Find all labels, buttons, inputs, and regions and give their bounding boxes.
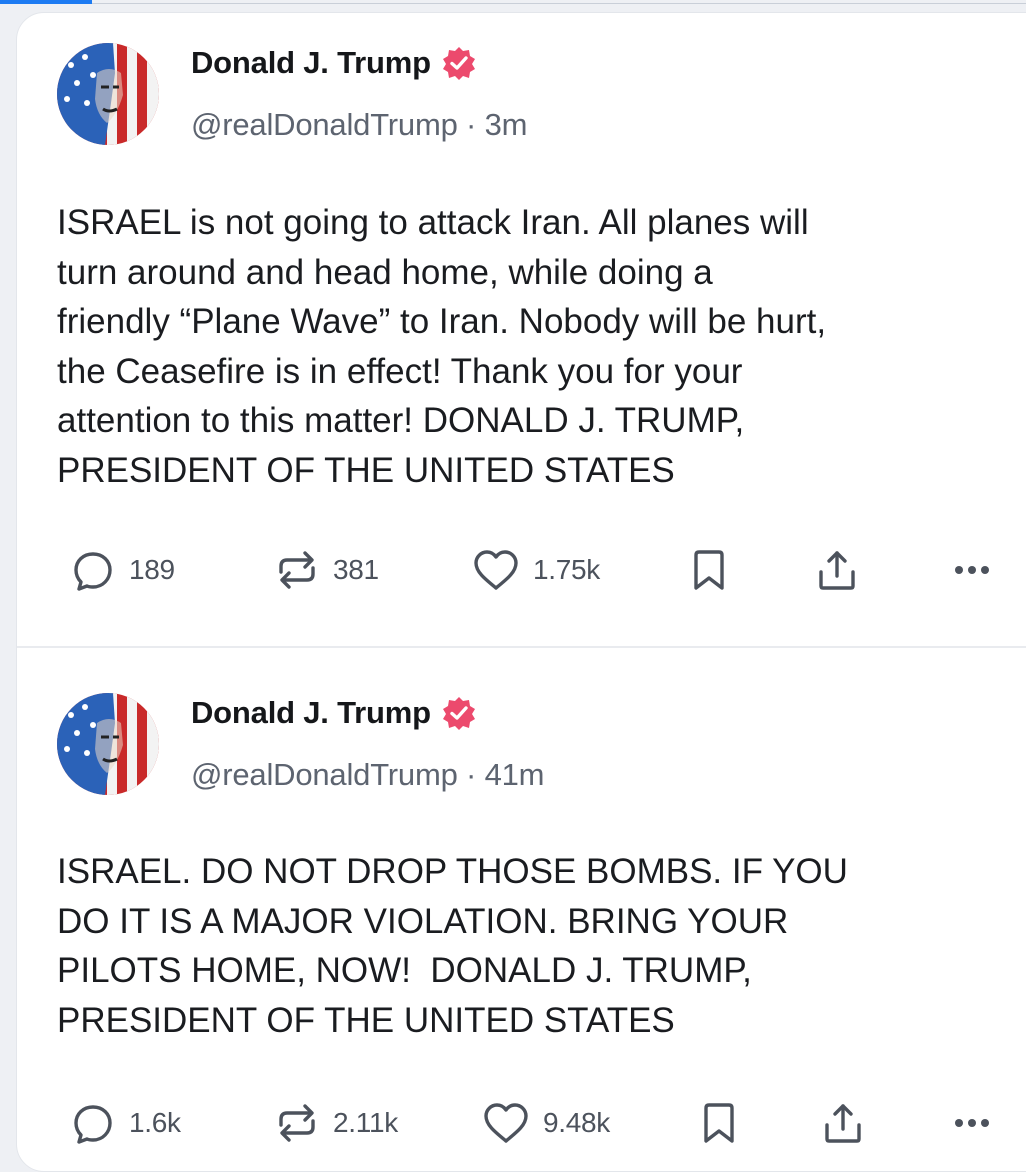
reply-bubble-icon <box>74 1105 112 1144</box>
more-dots-icon <box>952 566 991 574</box>
heart-icon <box>484 1103 528 1143</box>
top-border-line <box>92 3 1026 4</box>
bookmark-button[interactable] <box>689 548 729 592</box>
like-button[interactable]: 1.75k <box>471 548 600 592</box>
repost-arrows-icon <box>279 1104 315 1142</box>
verified-badge-icon <box>442 47 475 80</box>
author-name[interactable]: Donald J. Trump <box>191 45 431 81</box>
post-divider <box>17 646 1026 648</box>
post-text: ISRAEL is not going to attack Iran. All … <box>57 203 827 490</box>
avatar-image <box>57 43 159 145</box>
action-bar: 189 381 1.75k <box>71 548 991 592</box>
post-time[interactable]: 41m <box>485 757 545 792</box>
handle-row: @realDonaldTrump · 3m <box>191 107 527 143</box>
post-2[interactable]: Donald J. Trump @realDonaldTrump · 41m I… <box>17 649 1026 1169</box>
reply-button[interactable]: 189 <box>71 548 175 592</box>
handle-row: @realDonaldTrump · 41m <box>191 757 545 793</box>
meta-separator: · <box>466 757 485 792</box>
more-options-button[interactable] <box>952 1101 991 1145</box>
post-text: ISRAEL. DO NOT DROP THOSE BOMBS. IF YOU … <box>57 852 848 1040</box>
author-handle[interactable]: @realDonaldTrump <box>191 107 458 142</box>
bookmark-icon <box>704 1103 734 1143</box>
share-button[interactable] <box>815 548 859 592</box>
avatar[interactable] <box>57 43 159 145</box>
reply-count: 189 <box>129 554 175 585</box>
bookmark-icon <box>694 550 724 590</box>
like-button[interactable]: 9.48k <box>481 1101 610 1145</box>
reply-button[interactable]: 1.6k <box>71 1101 181 1145</box>
avatar-image <box>57 693 159 795</box>
meta-separator: · <box>466 107 485 142</box>
author-row: Donald J. Trump <box>191 695 477 731</box>
post-time[interactable]: 3m <box>485 107 528 142</box>
heart-icon <box>474 550 518 590</box>
top-accent-bar <box>0 0 92 4</box>
author-row: Donald J. Trump <box>191 45 477 81</box>
share-upload-icon <box>819 551 855 590</box>
author-name[interactable]: Donald J. Trump <box>191 695 431 731</box>
more-options-button[interactable] <box>952 548 991 592</box>
like-count: 1.75k <box>533 554 600 585</box>
feed-card: Donald J. Trump @realDonaldTrump · 3m IS… <box>16 12 1026 1172</box>
share-upload-icon <box>825 1104 861 1143</box>
repost-button[interactable]: 2.11k <box>273 1101 398 1145</box>
author-handle[interactable]: @realDonaldTrump <box>191 757 458 792</box>
repost-arrows-icon <box>279 551 315 589</box>
action-bar: 1.6k 2.11k 9.48k <box>71 1101 991 1145</box>
verified-badge-icon <box>442 697 475 730</box>
reply-bubble-icon <box>74 552 112 591</box>
post-1[interactable]: Donald J. Trump @realDonaldTrump · 3m IS… <box>17 13 1026 647</box>
more-dots-icon <box>952 1119 991 1127</box>
reply-count: 1.6k <box>129 1107 181 1138</box>
bookmark-button[interactable] <box>699 1101 739 1145</box>
like-count: 9.48k <box>543 1107 610 1138</box>
avatar[interactable] <box>57 693 159 795</box>
share-button[interactable] <box>821 1101 865 1145</box>
repost-count: 381 <box>333 554 379 585</box>
repost-button[interactable]: 381 <box>273 548 379 592</box>
repost-count: 2.11k <box>333 1107 398 1138</box>
